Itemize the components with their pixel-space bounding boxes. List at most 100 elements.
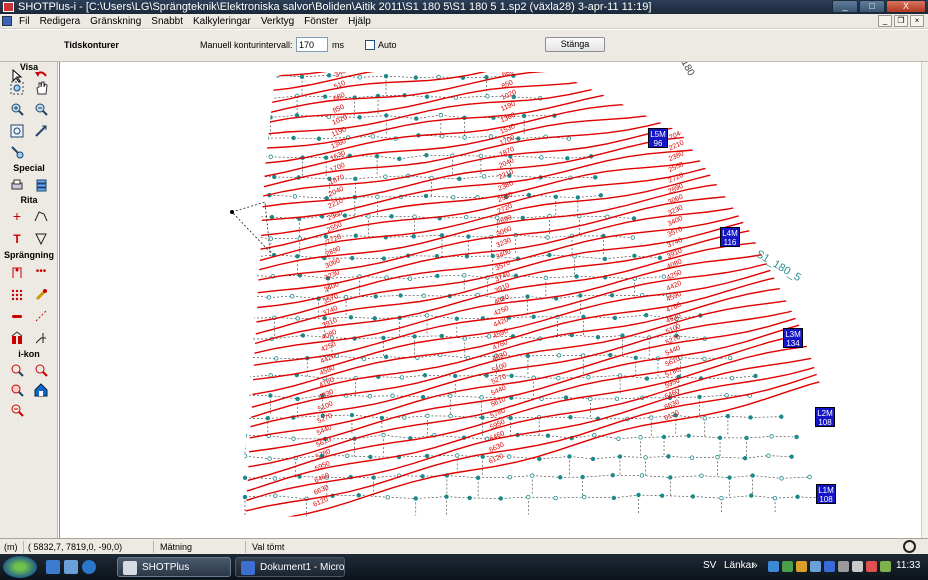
blast-hole[interactable] (612, 315, 618, 321)
blast-hole[interactable] (789, 454, 794, 459)
zoom-window-icon[interactable] (9, 80, 25, 96)
blast-hole[interactable] (537, 456, 542, 462)
blast-hole[interactable] (383, 354, 389, 360)
marker-l5m[interactable]: L5M 96 (648, 128, 668, 148)
blast-hole[interactable] (795, 494, 800, 500)
delay-line-icon[interactable] (33, 308, 49, 324)
task-word-document[interactable]: Dokument1 - Micro... (235, 557, 345, 577)
blast-hole[interactable] (435, 273, 440, 279)
blast-hole[interactable] (530, 473, 535, 478)
blast-hole[interactable] (268, 393, 273, 398)
blast-hole[interactable] (598, 193, 604, 198)
blast-hole[interactable] (444, 494, 449, 499)
blast-hole[interactable] (567, 454, 572, 459)
blast-hole[interactable] (480, 454, 485, 459)
drawing-canvas[interactable]: 3405106806808508501020102010201190119011… (59, 62, 921, 538)
blast-hole[interactable] (242, 475, 248, 480)
blast-hole[interactable] (265, 416, 271, 421)
blast-hole[interactable] (370, 134, 376, 139)
blast-hole[interactable] (344, 453, 350, 458)
canvas-vertical-scrollbar[interactable] (921, 62, 928, 538)
blast-hole[interactable] (769, 434, 774, 439)
links-chevron[interactable]: » (752, 560, 758, 571)
blast-hole[interactable] (412, 334, 417, 339)
blast-hole[interactable] (368, 454, 373, 460)
blast-hole[interactable] (407, 276, 413, 281)
blast-hole[interactable] (750, 473, 755, 478)
blast-hole[interactable] (381, 256, 387, 261)
menu-edit[interactable]: Redigera (35, 14, 86, 29)
blast-hole[interactable] (616, 436, 621, 441)
blast-hole[interactable] (323, 234, 329, 239)
blast-hole[interactable] (420, 394, 426, 400)
blast-hole[interactable] (649, 415, 654, 420)
blast-hole[interactable] (520, 215, 525, 221)
blast-hole[interactable] (644, 312, 649, 318)
blast-hole[interactable] (479, 395, 484, 400)
blast-hole[interactable] (807, 474, 812, 480)
blast-hole[interactable] (425, 413, 430, 419)
ikon-e-icon[interactable] (9, 402, 25, 418)
blast-hole[interactable] (274, 356, 279, 361)
blast-hole[interactable] (361, 356, 367, 362)
blast-hole[interactable] (729, 375, 735, 381)
blast-hole[interactable] (268, 373, 273, 378)
blast-hole[interactable] (316, 136, 322, 141)
blast-hole[interactable] (766, 453, 771, 458)
blast-hole[interactable] (702, 356, 707, 362)
blast-hole[interactable] (350, 255, 355, 261)
blast-hole[interactable] (366, 214, 371, 219)
blast-hole[interactable] (772, 495, 778, 501)
blast-hole[interactable] (610, 473, 615, 478)
blast-hole[interactable] (373, 294, 378, 299)
blast-hole[interactable] (498, 496, 504, 501)
blast-hole[interactable] (295, 396, 300, 402)
blast-hole[interactable] (608, 352, 613, 358)
blast-hole[interactable] (402, 415, 407, 420)
blast-hole[interactable] (423, 193, 429, 199)
blast-hole[interactable] (632, 253, 637, 259)
blast-hole[interactable] (448, 393, 453, 399)
blast-hole[interactable] (617, 454, 623, 459)
blast-hole[interactable] (324, 196, 329, 201)
tray-security-icon[interactable] (782, 561, 793, 572)
blast-hole[interactable] (420, 474, 425, 479)
blast-hole[interactable] (689, 455, 695, 460)
blast-hole[interactable] (526, 192, 532, 198)
blast-hole[interactable] (462, 135, 467, 140)
tray-bluetooth-icon[interactable] (824, 561, 835, 572)
blast-hole[interactable] (268, 154, 273, 160)
blast-hole[interactable] (294, 113, 300, 118)
blast-hole[interactable] (525, 353, 531, 359)
surface-connector-icon[interactable] (9, 308, 25, 324)
blast-hole[interactable] (556, 376, 561, 381)
blast-hole[interactable] (744, 435, 749, 441)
blast-hole[interactable] (356, 493, 361, 498)
blast-hole[interactable] (507, 474, 513, 480)
boundary-point[interactable] (230, 210, 234, 214)
charge-icon[interactable] (9, 330, 25, 346)
hand-pan-icon[interactable] (33, 80, 49, 96)
blast-hole[interactable] (357, 115, 362, 120)
blast-hole[interactable] (414, 116, 419, 121)
blast-hole[interactable] (398, 293, 403, 298)
blast-hole[interactable] (580, 474, 585, 480)
menu-interface[interactable]: Gränskning (85, 14, 146, 29)
doc-close-button[interactable]: × (910, 15, 924, 27)
blast-hole[interactable] (486, 334, 492, 339)
blast-hole[interactable] (323, 155, 329, 160)
blast-hole[interactable] (242, 494, 248, 500)
blast-hole[interactable] (348, 315, 354, 320)
blast-hole[interactable] (448, 413, 453, 419)
blast-hole[interactable] (389, 214, 394, 219)
tray-alert-icon[interactable] (866, 561, 877, 572)
blast-hole[interactable] (609, 293, 615, 298)
switch-windows-icon[interactable] (64, 560, 78, 574)
close-window-button[interactable]: X (886, 0, 926, 13)
blast-hole[interactable] (454, 453, 460, 458)
draw-polyline-icon[interactable] (33, 208, 49, 224)
blast-hole[interactable] (749, 493, 754, 498)
blast-hole[interactable] (563, 395, 569, 400)
document-icon[interactable] (2, 16, 12, 26)
marker-l1m[interactable]: L1M 108 (816, 484, 836, 504)
